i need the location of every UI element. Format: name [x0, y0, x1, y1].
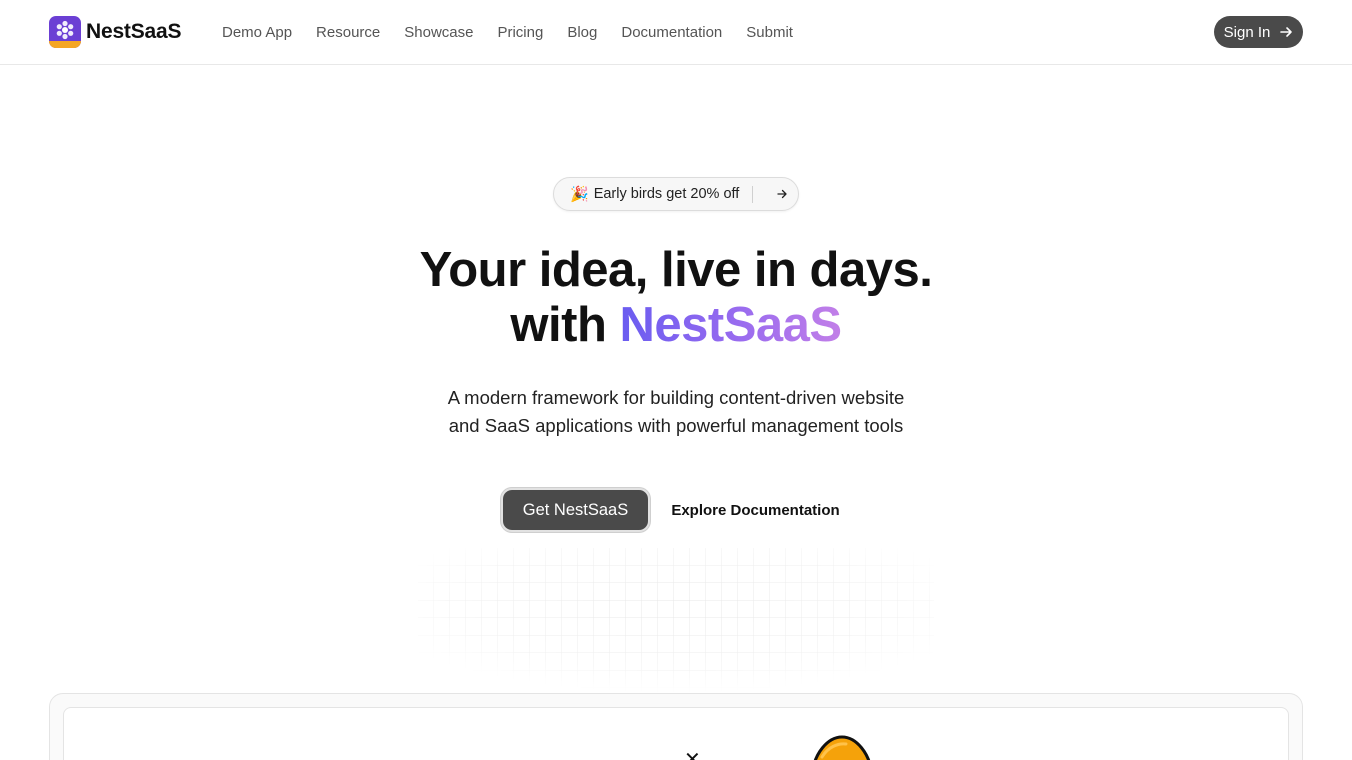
site-header: NestSaaS Demo App Resource Showcase Pric… — [0, 0, 1352, 65]
get-nestsaas-button[interactable]: Get NestSaaS — [501, 488, 650, 532]
subheading-line-2: and SaaS applications with powerful mana… — [448, 415, 904, 436]
preview-card: ✕ — [63, 707, 1289, 760]
explore-documentation-button[interactable]: Explore Documentation — [665, 496, 846, 524]
nav-item-submit[interactable]: Submit — [746, 24, 793, 41]
sign-in-label: Sign In — [1223, 23, 1271, 41]
promo-divider — [752, 186, 753, 203]
hero-subheading: A modern framework for building content-… — [0, 384, 1352, 440]
headline-brand: NestSaaS — [619, 298, 843, 352]
decorative-grid — [418, 548, 934, 693]
hero-headline: Your idea, live in days. with NestSaaS — [0, 243, 1352, 353]
mascot-illustration — [813, 735, 871, 760]
nav-item-showcase[interactable]: Showcase — [404, 24, 473, 41]
sign-in-button[interactable]: Sign In — [1214, 16, 1303, 48]
brand-logo-link[interactable]: NestSaaS — [49, 16, 181, 48]
close-icon: ✕ — [684, 749, 701, 760]
headline-line-1: Your idea, live in days. — [419, 243, 933, 297]
promo-text: Early birds get 20% off — [593, 186, 740, 202]
nav-item-blog[interactable]: Blog — [567, 24, 597, 41]
headline-prefix: with — [510, 298, 607, 352]
subheading-line-1: A modern framework for building content-… — [447, 387, 905, 408]
brand-logo-icon — [49, 16, 81, 48]
arrow-right-icon — [1279, 25, 1293, 39]
nav-item-demo-app[interactable]: Demo App — [222, 24, 292, 41]
nav-item-pricing[interactable]: Pricing — [497, 24, 543, 41]
nav-item-documentation[interactable]: Documentation — [621, 24, 722, 41]
early-bird-promo-pill[interactable]: 🎉 Early birds get 20% off — [553, 177, 799, 211]
brand-name: NestSaaS — [86, 20, 182, 43]
arrow-right-icon — [776, 188, 788, 200]
main-nav: Demo App Resource Showcase Pricing Blog … — [222, 0, 817, 64]
nav-item-resource[interactable]: Resource — [316, 24, 380, 41]
party-popper-icon: 🎉 — [570, 186, 589, 203]
